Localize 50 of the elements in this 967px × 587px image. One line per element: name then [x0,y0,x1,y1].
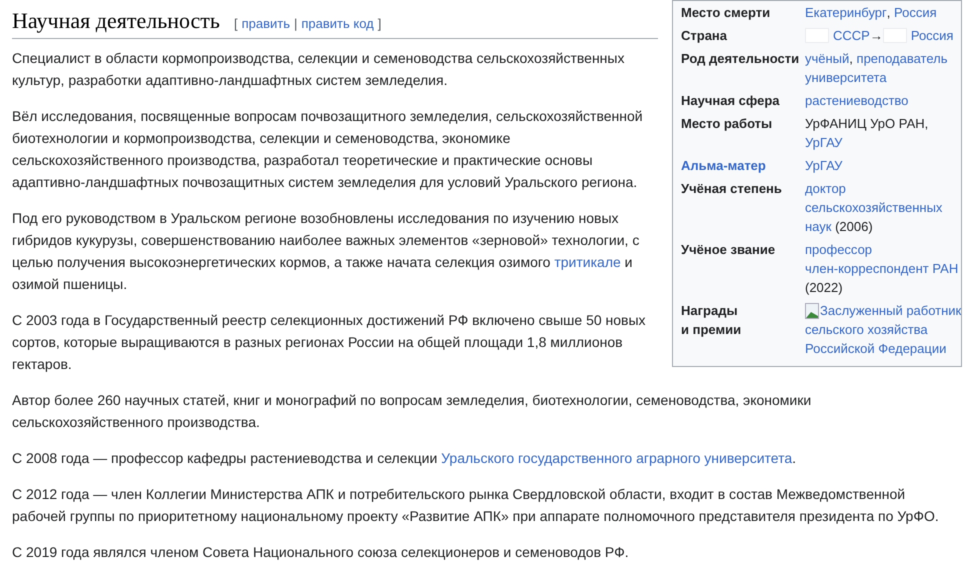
link[interactable]: преподаватель [856,49,948,68]
link[interactable]: профессор [805,240,872,259]
paragraph: С 2012 года — член Коллегии Министерства АПК и потребительского рынка Свердловской области, входит в состав Межведомственной рабочей группы по приоритетному национальному проекту «Развитие АПК» при аппарате полномочного представителя президента по УрФО. [12,485,940,526]
edit-link[interactable]: править код [301,16,374,31]
separator: | [294,16,298,31]
value-text: , [849,50,854,68]
infobox-label: Учёная степень [681,180,783,198]
value-text: (2022) [805,279,843,297]
link[interactable]: учёный [805,49,850,68]
link[interactable]: УрГАУ [805,133,842,152]
edit-link[interactable]: править [242,16,290,31]
bracket: ] [378,16,382,31]
link[interactable]: Заслуженный работник [820,301,962,320]
link[interactable]: наук [805,217,832,236]
infobox-label[interactable]: Альма-матер [681,156,805,175]
paragraph: Автор более 260 научных статей, книг и монографий по вопросам земледелия, биотехнологии, семеноводства, экономики сельскохозяйственного производства. [12,391,812,432]
paragraph: С 2008 года — профессор кафедры растениеводства и селекции Уральского государственного аграрного университета. [12,449,798,468]
link[interactable]: сельского хозяйства [805,320,928,339]
value-text: , [886,4,892,22]
link[interactable]: сельскохозяйственных [805,198,942,217]
link[interactable]: Уральского государственного аграрного университета [441,450,792,466]
link[interactable]: член-корреспондент РАН [805,259,958,278]
link[interactable]: Российской Федерации [805,339,946,358]
infobox-label: Научная сфера [681,92,781,110]
value-text: → [870,27,883,45]
paragraph: С 2003 года в Государственный реестр селекционных достижений РФ включено свыше 50 новых сортов, которые выращиваются в разных регионах России на общей площади 1,8 миллионов гектаров. [12,311,647,374]
broken-image-icon [805,302,819,318]
infobox-label: Род деятельности [681,50,800,68]
value-text: УрФАНИЦ УрО РАН, [805,115,928,133]
infobox-label: Место работы [681,115,774,133]
link[interactable]: Россия [910,26,954,45]
link[interactable]: УрГАУ [805,156,842,175]
value-text: (2006) [834,218,873,236]
paragraph: Специалист в области кормопроизводства, селекции и семеноводства сельскохозяйственных культур, разработки адаптивно-ландшафтных систем земледелия. [12,49,626,90]
infobox-label: Место смерти [681,4,772,22]
infobox-label: Страна [681,27,728,45]
link[interactable]: тритикале [554,254,621,270]
link[interactable]: СССР [833,26,870,45]
link[interactable]: Екатеринбург [805,3,887,22]
link[interactable]: университета [805,68,887,87]
link[interactable]: доктор [805,179,846,198]
section-heading: Научная деятельность [12,8,220,34]
link[interactable]: Россия [894,3,937,22]
infobox-label: Учёное звание [681,241,776,259]
link[interactable]: растениеводство [805,91,908,110]
infobox-label: Награды и премии [681,302,742,339]
paragraph: Вёл исследования, посвященные вопросам почвозащитного земледелия, сельскохозяйственной биотехнологии и кормопроизводства, селекции и семеноводства, экономике сельскохозяйственного производства, разработал теоретические и практические основы адаптивно-ландшафтных почвозащитных систем земледелия для условий Уральского региона. [12,107,644,192]
bracket: [ [234,16,238,31]
paragraph: Под его руководством в Уральском регионе возобновлены исследования по изучению новых гибридов кукурузы, совершенствованию наиболее важных элементов «зерновой» технологии, с целью получения высокоэнергетических кормов, а также начата селекция озимого тритикале и озимой пшеницы. [12,209,640,294]
paragraph: С 2019 года являлся членом Совета Национального союза селекционеров и семеноводов РФ. [12,543,630,562]
